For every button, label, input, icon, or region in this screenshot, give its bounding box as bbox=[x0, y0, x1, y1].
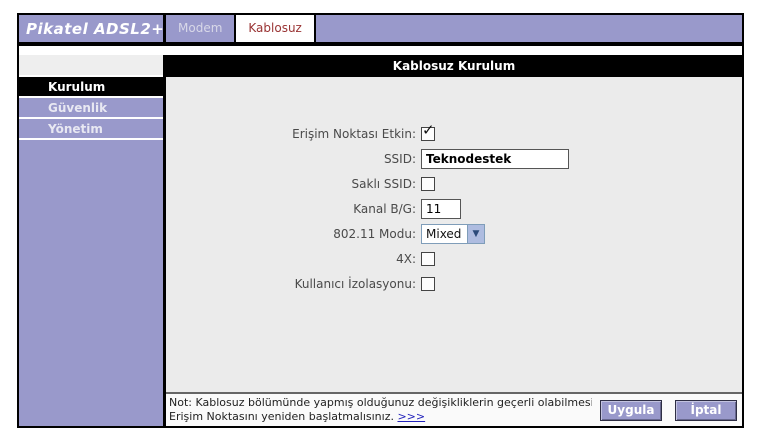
top-tabs: Modem Kablosuz bbox=[166, 15, 316, 42]
user-isolation-checkbox[interactable] bbox=[421, 276, 435, 291]
hidden-ssid-checkbox[interactable] bbox=[421, 176, 435, 191]
form-row-4x: 4X: bbox=[166, 246, 742, 271]
form-row-hidden-ssid: Saklı SSID: bbox=[166, 171, 742, 196]
note-text: Not: Kablosuz bölümünde yapmış olduğunuz… bbox=[169, 396, 592, 425]
sidebar-spacer bbox=[19, 55, 163, 77]
4x-label: 4X: bbox=[396, 251, 416, 266]
4x-checkbox[interactable] bbox=[421, 251, 435, 266]
main-panel: Kablosuz Kurulum Erişim Noktası Etkin: ✓… bbox=[166, 55, 742, 426]
mode-select[interactable]: Mixed ▼ bbox=[421, 223, 485, 244]
header-bar: Pikatel ADSL2+ Modem Kablosuz bbox=[19, 15, 742, 42]
channel-label: Kanal B/G: bbox=[353, 201, 416, 216]
restart-link[interactable]: >>> bbox=[397, 410, 425, 423]
cancel-button[interactable]: İptal bbox=[675, 399, 737, 421]
form-row-channel: Kanal B/G: bbox=[166, 196, 742, 221]
form-row-access-point: Erişim Noktası Etkin: ✓ bbox=[166, 121, 742, 146]
mode-select-arrow-button[interactable]: ▼ bbox=[467, 224, 484, 243]
sidebar-item-kurulum[interactable]: Kurulum bbox=[19, 77, 163, 98]
header-gap bbox=[19, 46, 742, 55]
form-row-ssid: SSID: bbox=[166, 146, 742, 171]
mode-label: 802.11 Modu: bbox=[333, 226, 416, 241]
ssid-input[interactable] bbox=[421, 148, 569, 169]
router-admin-window: Pikatel ADSL2+ Modem Kablosuz Kurulum Gü… bbox=[17, 13, 744, 428]
page-title: Kablosuz Kurulum bbox=[166, 55, 742, 77]
form-row-user-isolation: Kullanıcı İzolasyonu: bbox=[166, 271, 742, 296]
tab-kablosuz[interactable]: Kablosuz bbox=[236, 15, 316, 42]
hidden-ssid-label: Saklı SSID: bbox=[351, 176, 416, 191]
brand-logo: Pikatel ADSL2+ bbox=[19, 15, 166, 42]
access-point-label: Erişim Noktası Etkin: bbox=[292, 126, 416, 141]
wireless-setup-form: Erişim Noktası Etkin: ✓ SSID: Saklı SSID… bbox=[166, 77, 742, 392]
ssid-label: SSID: bbox=[383, 151, 416, 166]
note-line2: Erişim Noktasını yeniden başlatmalısınız… bbox=[169, 410, 394, 423]
footer-note-bar: Not: Kablosuz bölümünde yapmış olduğunuz… bbox=[166, 392, 742, 426]
brand-logo-text: Pikatel ADSL2+ bbox=[26, 19, 165, 38]
user-isolation-label: Kullanıcı İzolasyonu: bbox=[294, 276, 416, 291]
tab-modem[interactable]: Modem bbox=[166, 15, 237, 42]
sidebar-item-guvenlik[interactable]: Güvenlik bbox=[19, 98, 163, 119]
note-line1: Not: Kablosuz bölümünde yapmış olduğunuz… bbox=[169, 395, 592, 409]
body: Kurulum Güvenlik Yönetim Kablosuz Kurulu… bbox=[19, 55, 742, 426]
sidebar-item-yonetim[interactable]: Yönetim bbox=[19, 119, 163, 140]
access-point-checkbox[interactable]: ✓ bbox=[421, 122, 435, 141]
checkmark-icon: ✓ bbox=[422, 120, 435, 139]
chevron-down-icon: ▼ bbox=[472, 228, 480, 239]
footer-buttons: Uygula İptal bbox=[592, 399, 737, 421]
mode-select-value: Mixed bbox=[426, 226, 462, 241]
sidebar: Kurulum Güvenlik Yönetim bbox=[19, 55, 166, 426]
channel-input[interactable] bbox=[421, 198, 461, 219]
apply-button[interactable]: Uygula bbox=[600, 399, 662, 421]
form-row-mode: 802.11 Modu: Mixed ▼ bbox=[166, 221, 742, 246]
